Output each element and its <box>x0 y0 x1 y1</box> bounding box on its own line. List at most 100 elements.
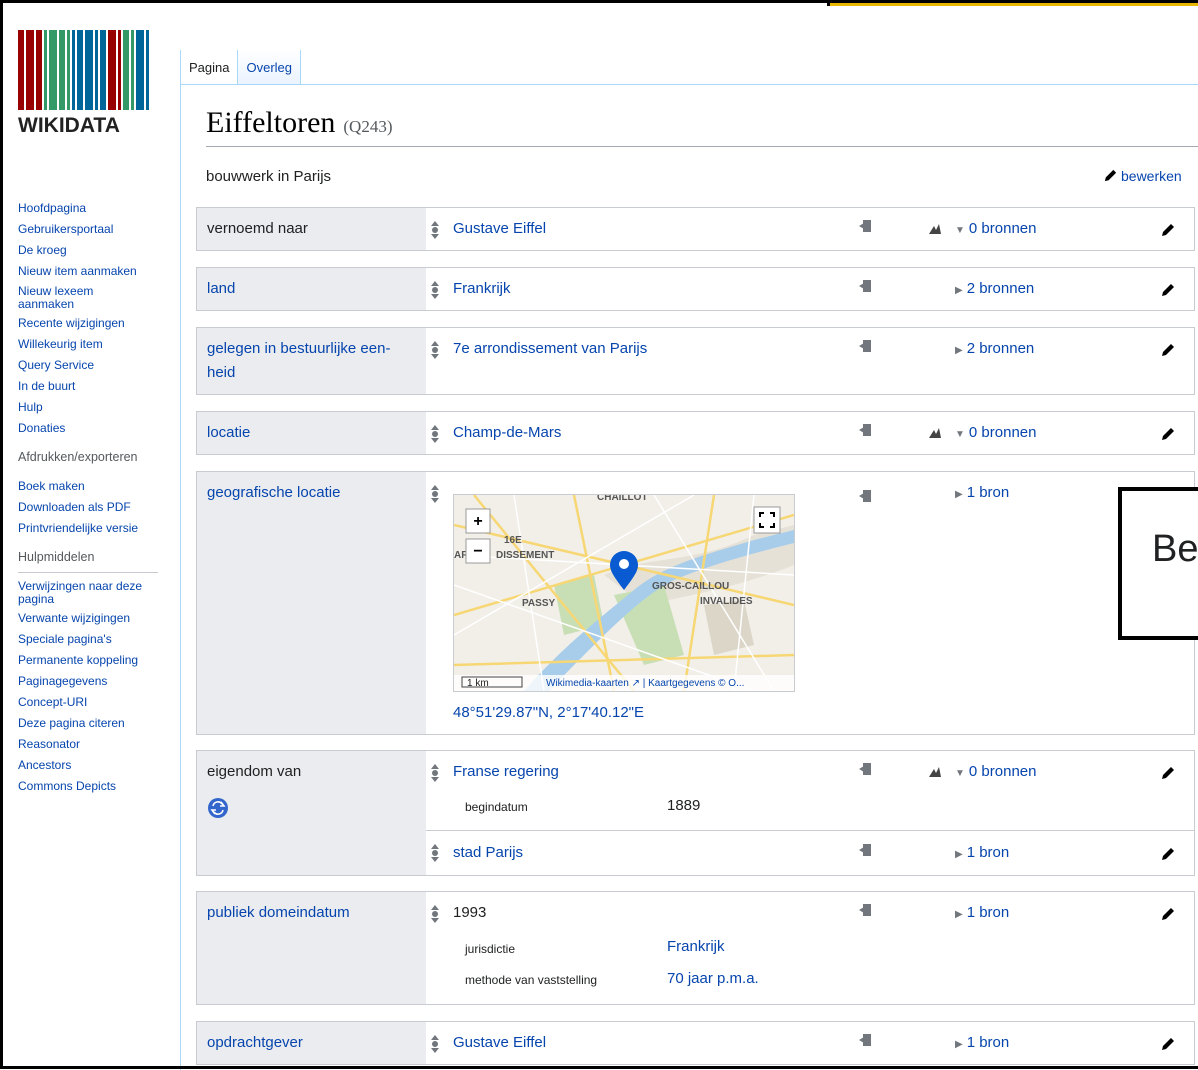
nav-permanente-koppeling[interactable]: Permanente koppeling <box>18 650 168 671</box>
add-reference-icon[interactable] <box>859 489 873 503</box>
references-count[interactable]: ▶ 1 bron <box>955 904 1009 921</box>
statement-value[interactable]: Franse regering <box>453 763 559 780</box>
pencil-icon[interactable] <box>1160 282 1176 298</box>
pencil-icon[interactable] <box>1160 765 1176 781</box>
nav-verwante-wijzigingen[interactable]: Verwante wijzigingen <box>18 608 168 629</box>
statement-value[interactable]: 7e arrondissement van Parijs <box>453 340 647 357</box>
map-attribution[interactable]: Wikimedia-kaarten ↗ | Kaartgegevens © O.… <box>546 678 744 689</box>
nav-paginagegevens[interactable]: Paginagegevens <box>18 671 168 692</box>
nav-printvriendelijk[interactable]: Printvriendelijke versie <box>18 518 168 539</box>
references-count[interactable]: ▶ 1 bron <box>955 484 1009 501</box>
nav-de-kroeg[interactable]: De kroeg <box>18 240 168 261</box>
rank-selector-icon[interactable] <box>430 484 440 507</box>
qualifier-value: 1889 <box>667 797 701 814</box>
qualifier-value[interactable]: Frankrijk <box>667 938 725 955</box>
add-reference-icon[interactable] <box>859 279 873 293</box>
nav-willekeurig-item[interactable]: Willekeurig item <box>18 334 168 355</box>
pencil-icon[interactable] <box>1160 846 1176 862</box>
rank-selector-icon[interactable] <box>430 424 440 447</box>
map-fullscreen-icon[interactable] <box>753 506 781 534</box>
statement-value[interactable]: Frankrijk <box>453 280 511 297</box>
add-reference-icon[interactable] <box>859 1033 873 1047</box>
nav-recente-wijzigingen[interactable]: Recente wijzigingen <box>18 313 168 334</box>
rank-selector-icon[interactable] <box>430 280 440 303</box>
references-toggle-icon[interactable] <box>928 223 942 235</box>
rank-selector-icon[interactable] <box>430 340 440 363</box>
nav-gebruikersportaal[interactable]: Gebruikersportaal <box>18 219 168 240</box>
property-link[interactable]: publiek domeindatum <box>207 901 412 925</box>
rank-selector-icon[interactable] <box>430 843 440 866</box>
pencil-icon[interactable] <box>1160 342 1176 358</box>
property-link[interactable]: opdrachtgever <box>207 1031 412 1055</box>
pencil-icon[interactable] <box>1160 1036 1176 1052</box>
nav-nieuw-lexeem[interactable]: Nieuw lexeem aanmaken <box>18 282 118 313</box>
tab-overleg[interactable]: Overleg <box>237 50 302 84</box>
references-count[interactable]: ▼ 0 bronnen <box>955 763 1036 780</box>
references-count[interactable]: ▼ 0 bronnen <box>955 424 1036 441</box>
pencil-icon[interactable] <box>1160 906 1176 922</box>
references-count[interactable]: ▶ 1 bron <box>955 1034 1009 1051</box>
property-link[interactable]: geografische locatie <box>207 481 412 505</box>
nav-nieuw-item[interactable]: Nieuw item aanmaken <box>18 261 168 282</box>
nav-in-de-buurt[interactable]: In de buurt <box>18 376 168 397</box>
nav-donaties[interactable]: Donaties <box>18 418 168 439</box>
references-count[interactable]: ▶ 1 bron <box>955 844 1009 861</box>
add-reference-icon[interactable] <box>859 762 873 776</box>
property-link[interactable]: locatie <box>207 421 412 445</box>
coordinates-value[interactable]: 48°51'29.87"N, 2°17'40.12"E <box>453 704 644 721</box>
nav-hoofdpagina[interactable]: Hoofdpagina <box>18 198 168 219</box>
add-reference-icon[interactable] <box>859 339 873 353</box>
edit-description-button[interactable]: bewerken <box>1103 168 1182 184</box>
nav-boek-maken[interactable]: Boek maken <box>18 476 168 497</box>
statement-value[interactable]: Gustave Eiffel <box>453 1034 546 1051</box>
references-toggle-icon[interactable] <box>928 766 942 778</box>
nav-reasonator[interactable]: Reasonator <box>18 734 168 755</box>
add-reference-icon[interactable] <box>859 219 873 233</box>
nav-commons-depicts[interactable]: Commons Depicts <box>18 776 168 797</box>
wikidata-logo[interactable]: WIKIDATA <box>18 30 150 138</box>
map-zoom-out-button[interactable]: − <box>465 538 491 564</box>
sync-icon[interactable] <box>207 797 229 819</box>
property-link[interactable]: land <box>207 277 412 301</box>
rank-selector-icon[interactable] <box>430 220 440 243</box>
rank-selector-icon[interactable] <box>430 904 440 927</box>
pencil-icon[interactable] <box>1160 426 1176 442</box>
property-link[interactable]: eigendom van <box>207 760 412 784</box>
map-scale-label: 1 km <box>467 678 489 689</box>
nav-query-service[interactable]: Query Service <box>18 355 168 376</box>
nav-speciale-paginas[interactable]: Speciale pagina's <box>18 629 168 650</box>
tab-pagina[interactable]: Pagina <box>180 50 238 84</box>
rank-selector-icon[interactable] <box>430 763 440 786</box>
nav-download-pdf[interactable]: Downloaden als PDF <box>18 497 168 518</box>
qualifier-property[interactable]: jurisdictie <box>465 942 515 956</box>
map-zoom-in-button[interactable]: + <box>465 508 491 534</box>
statement-value[interactable]: Gustave Eiffel <box>453 220 546 237</box>
statement-value-2[interactable]: stad Parijs <box>453 844 523 861</box>
nav-ancestors[interactable]: Ancestors <box>18 755 168 776</box>
nav-verwijzingen[interactable]: Verwijzingen naar deze pagina <box>18 577 163 608</box>
references-count[interactable]: ▼ 0 bronnen <box>955 220 1036 237</box>
nav-pagina-citeren[interactable]: Deze pagina citeren <box>18 713 168 734</box>
property-link[interactable]: gelegen in bestuurlijke een-heid <box>207 337 412 385</box>
qualifier-property[interactable]: methode van vaststelling <box>465 973 597 987</box>
nav-concept-uri[interactable]: Concept-URI <box>18 692 168 713</box>
add-reference-icon[interactable] <box>859 903 873 917</box>
map-canvas[interactable]: CHAILLOT 16E AR DISSEMENT GROS-CAILLOU I… <box>454 495 794 691</box>
references-count[interactable]: ▶ 2 bronnen <box>955 280 1034 297</box>
statement-land: land Frankrijk ▶ 2 bronnen <box>196 267 1195 311</box>
nav-hulp[interactable]: Hulp <box>18 397 168 418</box>
statement-value[interactable]: Champ-de-Mars <box>453 424 561 441</box>
qualifier-property[interactable]: begindatum <box>465 800 528 814</box>
references-count[interactable]: ▶ 2 bronnen <box>955 340 1034 357</box>
qualifier-value[interactable]: 70 jaar p.m.a. <box>667 970 759 987</box>
pencil-icon[interactable] <box>1160 222 1176 238</box>
overlay-callout: Be <box>1118 487 1198 640</box>
add-reference-icon[interactable] <box>859 423 873 437</box>
rank-selector-icon[interactable] <box>430 1034 440 1057</box>
statement-publiek-domeindatum: publiek domeindatum 1993 jurisdictie Fra… <box>196 891 1195 1005</box>
statement-opdrachtgever: opdrachtgever Gustave Eiffel ▶ 1 bron <box>196 1021 1195 1065</box>
add-reference-icon[interactable] <box>859 843 873 857</box>
references-toggle-icon[interactable] <box>928 427 942 439</box>
property-link[interactable]: vernoemd naar <box>207 217 412 241</box>
location-map[interactable]: CHAILLOT 16E AR DISSEMENT GROS-CAILLOU I… <box>453 494 795 692</box>
